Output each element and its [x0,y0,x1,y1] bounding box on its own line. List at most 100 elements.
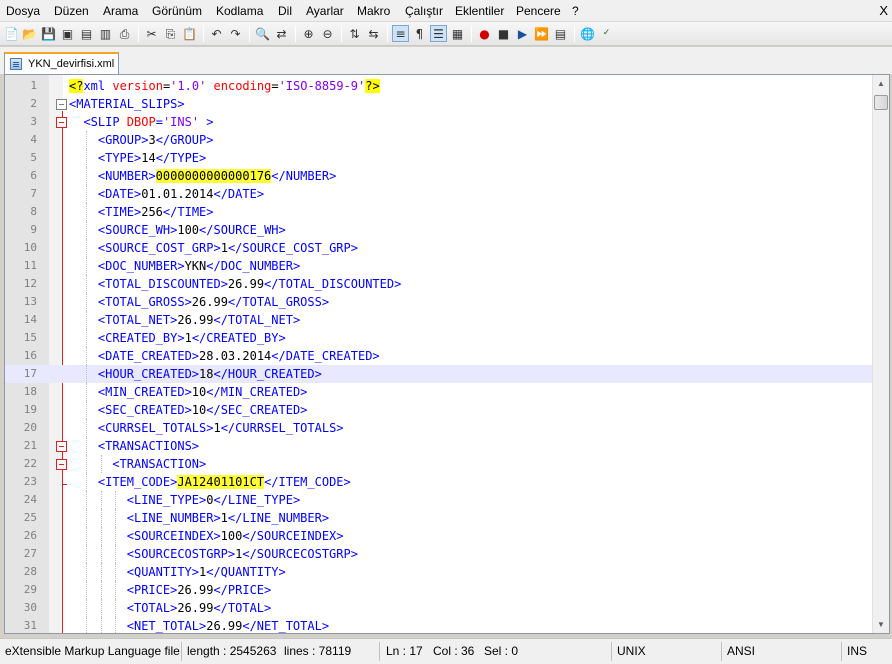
paste-icon[interactable]: 📋 [181,25,198,42]
run-macro-multiple-icon[interactable]: ⏩ [533,25,550,42]
new-file-icon[interactable]: 📄 [3,25,20,42]
redo-icon[interactable]: ↷ [227,25,244,42]
code-token: 10 [191,385,207,399]
indent-guide [86,509,88,527]
indent-guide [86,581,88,599]
code-line[interactable]: 9 <SOURCE_WH>100</SOURCE_WH> [5,221,873,239]
menu-kodlama[interactable]: Kodlama [216,4,263,18]
menu-dil[interactable]: Dil [278,4,292,18]
code-line[interactable]: 6 <NUMBER>0000000000000176</NUMBER> [5,167,873,185]
show-all-chars-icon[interactable]: ¶ [411,25,428,42]
scrollbar-thumb[interactable] [874,95,888,110]
undo-icon[interactable]: ↶ [208,25,225,42]
code-line[interactable]: 21 <TRANSACTIONS> [5,437,873,455]
code-token: <TOTAL> [126,601,178,615]
menu-makro[interactable]: Makro [357,4,390,18]
line-text: <TOTAL_GROSS>26.99</TOTAL_GROSS> [98,293,329,311]
status-lines: lines : 78119 [284,644,352,658]
code-line[interactable]: 25 <LINE_NUMBER>1</LINE_NUMBER> [5,509,873,527]
code-token: </TYPE> [155,151,207,165]
scroll-down-icon[interactable]: ▼ [873,616,889,633]
code-line[interactable]: 16 <DATE_CREATED>28.03.2014</DATE_CREATED… [5,347,873,365]
code-line[interactable]: 22 <TRANSACTION> [5,455,873,473]
code-line[interactable]: 13 <TOTAL_GROSS>26.99</TOTAL_GROSS> [5,293,873,311]
code-line[interactable]: 1 <?xml version='1.0' encoding='ISO-8859-… [5,77,873,95]
code-line[interactable]: 27 <SOURCECOSTGRP>1</SOURCECOSTGRP> [5,545,873,563]
code-line[interactable]: 26 <SOURCEINDEX>100</SOURCEINDEX> [5,527,873,545]
play-macro-icon[interactable]: ▶ [514,25,531,42]
save-icon[interactable]: 💾 [40,25,57,42]
scroll-up-icon[interactable]: ▲ [873,75,889,92]
record-macro-icon[interactable]: ● [476,25,493,42]
zoom-out-icon[interactable]: ⊖ [319,25,336,42]
line-number: 18 [23,385,37,398]
open-file-icon[interactable]: 📂 [21,25,38,42]
zoom-in-icon[interactable]: ⊕ [300,25,317,42]
code-line[interactable]: 18 <MIN_CREATED>10</MIN_CREATED> [5,383,873,401]
indent-guide-icon[interactable]: ☰ [430,25,447,42]
code-line[interactable]: 24 <LINE_TYPE>0</LINE_TYPE> [5,491,873,509]
line-number: 30 [23,601,37,614]
code-token: </GROUP> [155,133,214,147]
indent-guide [86,221,88,239]
code-token: 26.99 [191,295,228,309]
code-line[interactable]: 31 <NET_TOTAL>26.99</NET_TOTAL> [5,617,873,633]
word-wrap-icon[interactable]: ≡ [392,25,409,42]
launch-browser-icon[interactable]: 🌐 [579,25,596,42]
menu-gorunum[interactable]: Görünüm [152,4,202,18]
indent-guide [115,509,117,527]
close-document-button[interactable]: X [879,3,888,18]
sync-horizontal-icon[interactable]: ⇆ [365,25,382,42]
print-icon[interactable]: ⎙ [116,25,133,42]
code-line[interactable]: 12 <TOTAL_DISCOUNTED>26.99</TOTAL_DISCOUN… [5,275,873,293]
code-token: </QUANTITY> [206,565,286,579]
code-line[interactable]: 2 <MATERIAL_SLIPS> [5,95,873,113]
menu-calistir[interactable]: Çalıştır [405,4,443,18]
code-line[interactable]: 5 <TYPE>14</TYPE> [5,149,873,167]
menu-eklentiler[interactable]: Eklentiler [455,4,504,18]
menu-arama[interactable]: Arama [103,4,138,18]
copy-icon[interactable]: ⎘ [162,25,179,42]
menu-duzen[interactable]: Düzen [54,4,89,18]
indent-guide [100,545,102,563]
code-line[interactable]: 19 <SEC_CREATED>10</SEC_CREATED> [5,401,873,419]
code-line[interactable]: 8 <TIME>256</TIME> [5,203,873,221]
code-line[interactable]: 15 <CREATED_BY>1</CREATED_BY> [5,329,873,347]
code-line[interactable]: 29 <PRICE>26.99</PRICE> [5,581,873,599]
indent-guide [86,149,88,167]
line-text: <TOTAL_NET>26.99</TOTAL_NET> [98,311,300,329]
indent-guide [86,131,88,149]
menu-dosya[interactable]: Dosya [6,4,40,18]
document-map-icon[interactable]: ▦ [449,25,466,42]
code-line[interactable]: 23 <ITEM_CODE>JA12401101CT</ITEM_CODE> [5,473,873,491]
menu-ayarlar[interactable]: Ayarlar [306,4,344,18]
spell-check-icon[interactable]: ✓ [598,25,615,42]
code-line[interactable]: 17 <HOUR_CREATED>18</HOUR_CREATED> [5,365,873,383]
tab-ykn-devirfisi[interactable]: YKN_devirfisi.xml [4,52,119,74]
indent-guide [86,185,88,203]
vertical-scrollbar[interactable]: ▲ ▼ [872,75,889,633]
code-line[interactable]: 30 <TOTAL>26.99</TOTAL> [5,599,873,617]
code-line[interactable]: 10 <SOURCE_COST_GRP>1</SOURCE_COST_GRP> [5,239,873,257]
code-line[interactable]: 14 <TOTAL_NET>26.99</TOTAL_NET> [5,311,873,329]
cut-icon[interactable]: ✂ [143,25,160,42]
save-macro-icon[interactable]: ▤ [552,25,569,42]
code-line[interactable]: 20 <CURRSEL_TOTALS>1</CURRSEL_TOTALS> [5,419,873,437]
code-area: 1 <?xml version='1.0' encoding='ISO-8859-… [5,77,873,633]
sync-vertical-icon[interactable]: ⇅ [346,25,363,42]
line-text: <HOUR_CREATED>18</HOUR_CREATED> [98,365,322,383]
save-all-icon[interactable]: ▣ [59,25,76,42]
stop-macro-icon[interactable]: ■ [495,25,512,42]
menu-help[interactable]: ? [572,4,579,18]
code-line[interactable]: 11 <DOC_NUMBER>YKN</DOC_NUMBER> [5,257,873,275]
code-line[interactable]: 3 <SLIP DBOP='INS' > [5,113,873,131]
replace-icon[interactable]: ⇄ [273,25,290,42]
code-line[interactable]: 7 <DATE>01.01.2014</DATE> [5,185,873,203]
find-icon[interactable]: 🔍 [254,25,271,42]
close-all-icon[interactable]: ▥ [97,25,114,42]
close-icon[interactable]: ▤ [78,25,95,42]
editor-pane[interactable]: 1 <?xml version='1.0' encoding='ISO-8859-… [4,74,890,634]
code-line[interactable]: 4 <GROUP>3</GROUP> [5,131,873,149]
menu-pencere[interactable]: Pencere [516,4,561,18]
code-line[interactable]: 28 <QUANTITY>1</QUANTITY> [5,563,873,581]
